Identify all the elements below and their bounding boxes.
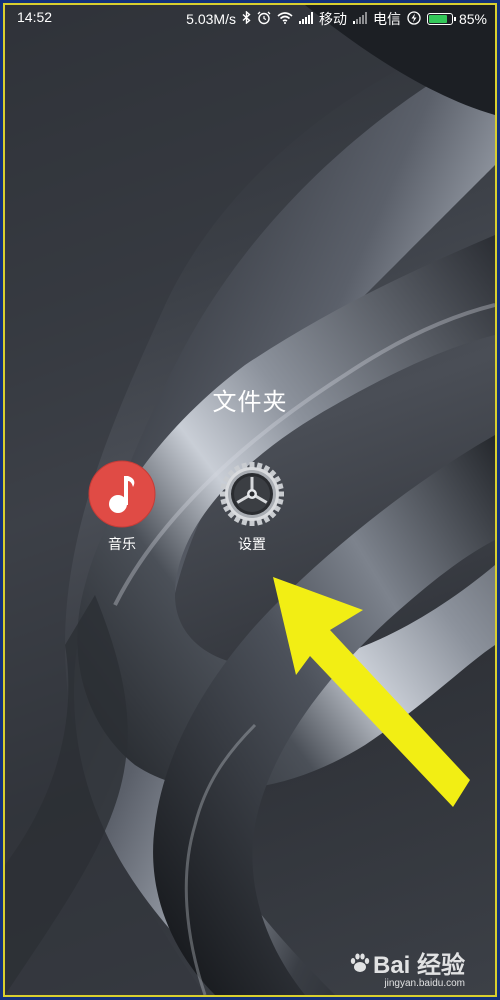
battery-percent: 85%	[458, 11, 487, 27]
gear-icon[interactable]	[218, 460, 286, 528]
folder-title: 文件夹	[212, 388, 288, 416]
watermark-brand: Bai 经验	[349, 945, 465, 980]
music-icon[interactable]	[88, 460, 156, 528]
wifi-icon	[277, 11, 293, 27]
alarm-clock-icon	[257, 11, 271, 28]
charging-icon	[407, 10, 421, 28]
app-label-music: 音乐	[108, 537, 136, 553]
signal-icon-1	[298, 11, 313, 27]
signal-icon-2	[352, 11, 367, 27]
status-bar: 14:52 5.03M/s 移动 电信 85%	[5, 5, 495, 29]
watermark-site: jingyan.baidu.com	[384, 978, 465, 989]
battery-icon	[426, 13, 456, 25]
battery-level-fill	[428, 15, 447, 23]
app-label-settings: 设置	[238, 537, 266, 553]
baidu-jingyan-watermark: Bai 经验 jingyan.baidu.com	[349, 945, 465, 989]
app-settings[interactable]: 设置	[207, 460, 297, 554]
status-indicators: 5.03M/s 移动 电信 85%	[186, 9, 487, 29]
bluetooth-icon	[242, 10, 251, 27]
carrier-2-label: 电信	[372, 11, 401, 27]
network-speed: 5.03M/s	[186, 11, 236, 27]
app-music[interactable]: 音乐	[77, 460, 167, 554]
watermark-brand-text: Bai 经验	[372, 952, 465, 979]
paw-icon	[350, 953, 370, 972]
carrier-1-label: 移动	[318, 11, 347, 27]
status-time: 14:52	[17, 9, 53, 25]
phone-screen: 14:52 5.03M/s 移动 电信 85% 文件夹 音乐 设置 Bai 经验…	[5, 5, 495, 995]
battery-cap	[453, 17, 456, 21]
